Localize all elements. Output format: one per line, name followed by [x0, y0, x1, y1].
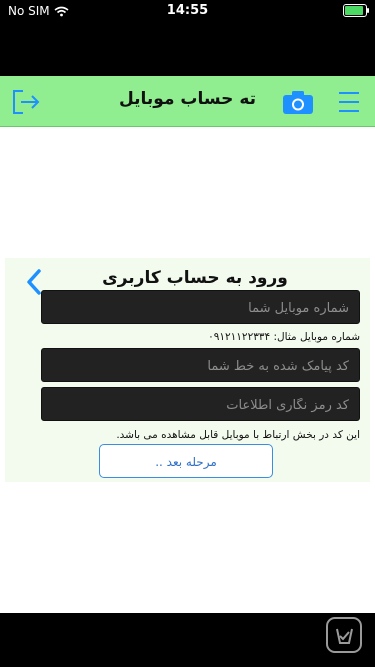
app-header: ته حساب موبایل [0, 76, 375, 127]
menu-button[interactable] [333, 86, 365, 118]
sms-code-input[interactable] [54, 349, 351, 383]
login-panel: ورود به حساب کاربری شماره موبایل مثال: ۰… [5, 258, 370, 482]
phone-field[interactable] [41, 290, 360, 325]
sms-code-field[interactable] [41, 348, 360, 383]
next-step-button[interactable]: مرحله بعد .. [99, 444, 273, 478]
hamburger-icon [339, 92, 359, 112]
status-time: 14:55 [166, 3, 209, 18]
app-switcher-button[interactable] [326, 617, 362, 653]
encryption-code-hint: این کد در بخش ارتباط با موبایل قابل مشاه… [116, 429, 360, 441]
bottom-bar [0, 613, 375, 667]
app-switcher-icon [336, 628, 353, 644]
encryption-code-input[interactable] [54, 388, 351, 422]
status-bar: No SIM 14:55 [0, 0, 375, 76]
header-title: ته حساب موبایل [118, 89, 257, 109]
encryption-code-field[interactable] [41, 387, 360, 422]
battery-icon [343, 4, 369, 17]
phone-input[interactable] [54, 291, 351, 325]
login-title: ورود به حساب کاربری [102, 268, 288, 288]
camera-button[interactable] [282, 86, 314, 118]
camera-icon [283, 91, 313, 114]
phone-hint: شماره موبایل مثال: ۰۹۱۲۱۱۲۲۳۳۴ [208, 331, 360, 343]
